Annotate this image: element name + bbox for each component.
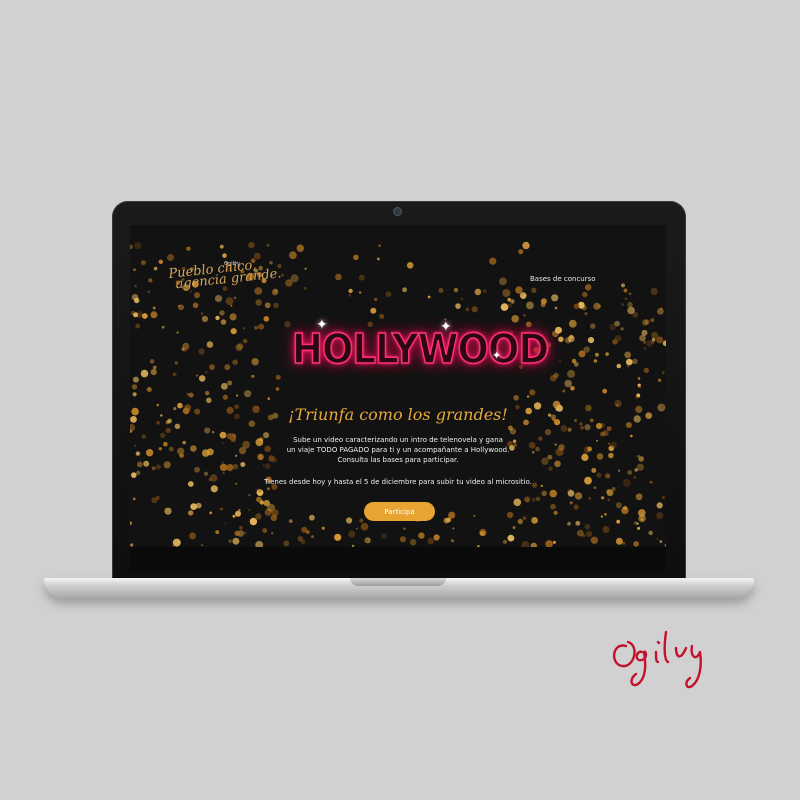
headline: ¡Triunfa como los grandes! [288, 405, 508, 424]
sparkle-icon: ✦ [492, 349, 502, 362]
body-line: un viaje TODO PAGADO para ti y un acompa… [286, 446, 510, 454]
website-screen: Ogilvy Pueblo chico, agencia grande. Bas… [130, 225, 666, 547]
bases-de-concurso-link[interactable]: Bases de concurso [530, 275, 596, 283]
body-line: Consulta las bases para participar. [337, 456, 459, 464]
body-text: Sube un video caracterizando un intro de… [230, 435, 566, 465]
sparkle-icon: ✦ [440, 319, 452, 335]
camera-icon [394, 208, 401, 215]
sparkle-icon: ✦ [316, 317, 328, 333]
participa-button[interactable]: Participa [364, 502, 435, 521]
ogilvy-signature [613, 630, 702, 689]
laptop-opening-notch [350, 578, 446, 586]
deadline-text: Tienes desde hoy y hasta el 5 de diciemb… [264, 478, 532, 486]
body-line: Sube un video caracterizando un intro de… [293, 436, 503, 444]
screen-bottom-bezel [130, 547, 666, 571]
